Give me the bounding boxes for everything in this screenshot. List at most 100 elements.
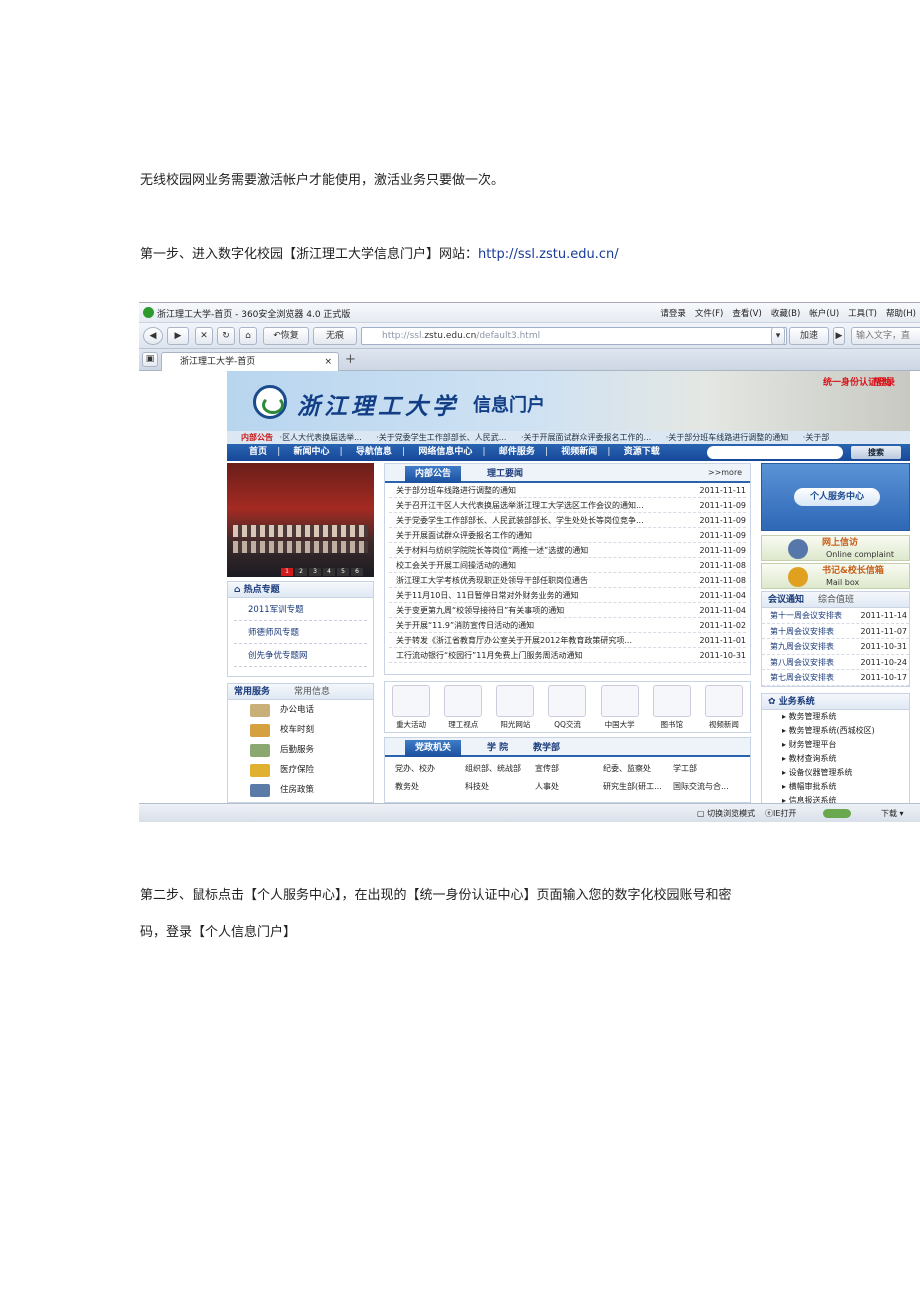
biz-system-link[interactable]: ▸ 教材查询系统 (762, 752, 909, 766)
news-row[interactable]: 关于党委学生工作部部长、人民武装部部长、学生处处长等岗位竞争... 2011-11… (389, 513, 746, 528)
quick-link[interactable]: 重大活动 (389, 685, 433, 732)
news-row[interactable]: 校工会关于开展工间操活动的通知 2011-11-08 (389, 558, 746, 573)
dept-link[interactable]: 学工部 (673, 763, 743, 774)
service-item[interactable]: 医疗保险 (228, 760, 373, 780)
quick-link[interactable]: 阳光网站 (493, 685, 537, 732)
hot-item[interactable]: 2011军训专题 (234, 598, 367, 621)
service-item[interactable]: 后勤服务 (228, 740, 373, 760)
personal-service-center-button[interactable]: 个人服务中心 (794, 488, 880, 506)
dept-link[interactable]: 人事处 (535, 781, 603, 792)
mailbox-button[interactable]: 书记&校长信箱 Mail box (761, 563, 910, 589)
service-item[interactable]: 住房政策 (228, 780, 373, 800)
menu-help[interactable]: 帮助(H) (886, 307, 916, 319)
news-row[interactable]: 关于材料与纺织学院院长等岗位“两推一述”选拔的通知 2011-11-09 (389, 543, 746, 558)
news-row[interactable]: 浙江理工大学考核优秀现职正处领导干部任职岗位通告 2011-11-08 (389, 573, 746, 588)
pager-item[interactable]: 6 (351, 568, 363, 576)
announce-item[interactable]: ·关于党委学生工作部部长、人民武... (376, 433, 506, 442)
stop-icon[interactable]: ✕ (195, 327, 213, 345)
biz-system-link[interactable]: ▸ 教务管理系统 (762, 710, 909, 724)
pager-item[interactable]: 5 (337, 568, 349, 576)
refresh-icon[interactable]: ↻ (217, 327, 235, 345)
announce-item[interactable]: ·区人大代表换届选举... (280, 433, 362, 442)
nav-news[interactable]: 新闻中心 (293, 447, 329, 457)
tab-admin-depts[interactable]: 党政机关 (405, 740, 462, 757)
nav-network[interactable]: 网络信息中心 (418, 447, 472, 457)
meeting-row[interactable]: 第九周会议安排表 2011-10-31 (762, 639, 909, 655)
news-row[interactable]: 关于开展面试群众评委报名工作的通知 2011-11-09 (389, 528, 746, 543)
incognito-button[interactable]: 无痕 (313, 327, 357, 345)
home-icon[interactable]: ⌂ (239, 327, 257, 345)
switch-mode-button[interactable]: ▢ 切换浏览模式 (697, 804, 755, 822)
back-icon[interactable]: ◀ (143, 327, 163, 345)
nav-home[interactable]: 首页 (249, 447, 267, 457)
pager-item[interactable]: 3 (309, 568, 321, 576)
dept-link[interactable]: 研究生部(研工... (603, 781, 673, 792)
meeting-row[interactable]: 第七周会议安排表 2011-10-17 (762, 670, 909, 686)
sidebar-toggle-icon[interactable]: ▣ (142, 352, 158, 367)
service-item[interactable]: 办公电话 (228, 700, 373, 720)
news-row[interactable]: 工行流动银行“校园行”11月免费上门服务周活动通知 2011-10-31 (389, 648, 746, 663)
new-tab-icon[interactable]: + (345, 352, 356, 367)
menu-login[interactable]: 请登录 (660, 307, 686, 319)
recover-button[interactable]: ↶恢复 (263, 327, 309, 345)
news-row[interactable]: 关于开展“11.9”消防宣传日活动的通知 2011-11-02 (389, 618, 746, 633)
nav-mail[interactable]: 邮件服务 (499, 447, 535, 457)
quick-link[interactable]: 图书馆 (650, 685, 694, 732)
dept-link[interactable]: 宣传部 (535, 763, 603, 774)
dept-link[interactable]: 教务处 (395, 781, 465, 792)
help-link[interactable]: 帮助 (873, 375, 891, 388)
biz-system-link[interactable]: ▸ 教务管理系统(西城校区) (762, 724, 909, 738)
dept-link[interactable]: 组织部、统战部 (465, 763, 535, 774)
service-item[interactable]: 校车时刻 (228, 720, 373, 740)
menu-favorites[interactable]: 收藏(B) (771, 307, 800, 319)
hot-item[interactable]: 创先争优专题网 (234, 644, 367, 667)
news-row[interactable]: 关于变更第九周“校领导接待日”有关事项的通知 2011-11-04 (389, 603, 746, 618)
news-row[interactable]: 关于召开江干区人大代表换届选举浙江理工大学选区工作会议的通知... 2011-11… (389, 498, 746, 513)
quick-link[interactable]: 视频新闻 (702, 685, 746, 732)
nav-download[interactable]: 资源下载 (624, 447, 660, 457)
pager-item[interactable]: 2 (295, 568, 307, 576)
tab-colleges[interactable]: 学 院 (477, 740, 518, 757)
nav-guide[interactable]: 导航信息 (356, 447, 392, 457)
go-icon[interactable]: ▶ (833, 327, 845, 345)
pager-item[interactable]: 1 (281, 568, 293, 576)
dept-link[interactable]: 国际交流与合... (673, 781, 743, 792)
biz-system-link[interactable]: ▸ 横幅审批系统 (762, 780, 909, 794)
meeting-row[interactable]: 第八周会议安排表 2011-10-24 (762, 655, 909, 670)
dept-link[interactable]: 党办、校办 (395, 763, 465, 774)
tab-teaching-depts[interactable]: 教学部 (523, 740, 570, 757)
toggle-icon[interactable] (823, 809, 851, 818)
news-row[interactable]: 关于部分班车线路进行调整的通知 2011-11-11 (389, 483, 746, 498)
meeting-row[interactable]: 第十周会议安排表 2011-11-07 (762, 624, 909, 639)
tab-news[interactable]: 理工要闻 (477, 466, 533, 483)
announce-item[interactable]: ·关于开展面试群众评委报名工作的... (521, 433, 651, 442)
meeting-row[interactable]: 第十一周会议安排表 2011-11-14 (762, 608, 909, 624)
news-photo[interactable]: 1 2 3 4 5 6 (227, 463, 374, 577)
portal-link[interactable]: http://ssl.zstu.edu.cn/ (478, 247, 619, 262)
quick-link[interactable]: 中国大学 (598, 685, 642, 732)
biz-system-link[interactable]: ▸ 设备仪器管理系统 (762, 766, 909, 780)
tab-meetings[interactable]: 会议通知 (768, 595, 804, 605)
pager-item[interactable]: 4 (323, 568, 335, 576)
quick-link[interactable]: 理工视点 (441, 685, 485, 732)
biz-system-link[interactable]: ▸ 财务管理平台 (762, 738, 909, 752)
menu-file[interactable]: 文件(F) (695, 307, 724, 319)
tab-duty[interactable]: 综合值班 (818, 595, 854, 605)
speed-button[interactable]: 加速 (789, 327, 829, 345)
browser-tab[interactable]: 浙江理工大学-首页 × (161, 352, 339, 371)
menu-tools[interactable]: 工具(T) (848, 307, 877, 319)
announce-item[interactable]: ·关于部分班车线路进行调整的通知 (666, 433, 789, 442)
nav-video[interactable]: 视频新闻 (561, 447, 597, 457)
tab-common-info[interactable]: 常用信息 (294, 687, 330, 697)
address-bar[interactable]: http://ssl.zstu.edu.cn/default3.html (361, 327, 787, 345)
site-search-button[interactable]: 搜索 (851, 446, 901, 459)
quick-link[interactable]: QQ交流 (545, 685, 589, 732)
address-dropdown-icon[interactable]: ▾ (771, 327, 785, 345)
news-row[interactable]: 关于转发《浙江省教育厅办公室关于开展2012年教育政策研究项... 2011-11… (389, 633, 746, 648)
download-button[interactable]: 下载 ▾ (881, 804, 904, 822)
tab-common-services[interactable]: 常用服务 (234, 687, 270, 697)
tab-close-icon[interactable]: × (324, 353, 332, 371)
news-row[interactable]: 关于11月10日、11日暂停日常对外财务业务的通知 2011-11-04 (389, 588, 746, 603)
ie-open-button[interactable]: ⓔIE打开 (765, 804, 796, 822)
forward-icon[interactable]: ▶ (167, 327, 189, 345)
